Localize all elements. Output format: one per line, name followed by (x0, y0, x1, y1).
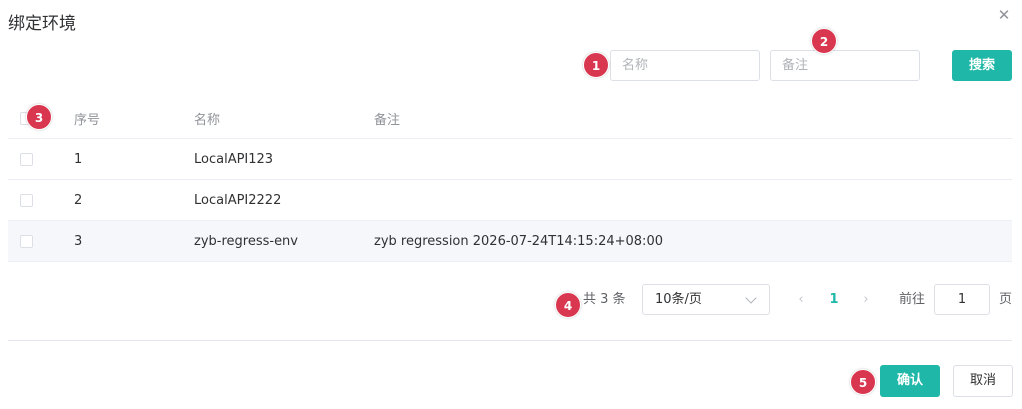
close-icon[interactable]: ✕ (996, 7, 1012, 23)
annotation-marker-2: 2 (811, 28, 837, 54)
environment-table: 序号 名称 备注 1 LocalAPI123 2 LocalAPI2222 3 … (8, 99, 1012, 262)
row-remark: zyb regression 2026-07-24T14:15:24+08:00 (374, 233, 663, 249)
table-row[interactable]: 1 LocalAPI123 (8, 139, 1012, 180)
page-size-select[interactable]: 10条/页 (642, 284, 770, 315)
row-checkbox[interactable] (20, 193, 33, 207)
row-index: 3 (74, 233, 83, 249)
remark-search-input[interactable] (770, 50, 920, 81)
annotation-marker-5: 5 (850, 369, 876, 395)
goto-label: 前往 (899, 292, 926, 307)
table-row[interactable]: 2 LocalAPI2222 (8, 180, 1012, 221)
row-index: 1 (74, 151, 83, 167)
row-checkbox[interactable] (20, 152, 33, 166)
page-number-current[interactable]: 1 (826, 284, 842, 315)
confirm-button[interactable]: 确认 (880, 365, 940, 397)
dialog-title: 绑定环境 (8, 14, 76, 34)
row-index: 2 (74, 192, 83, 208)
annotation-marker-4: 4 (555, 292, 581, 318)
row-name: zyb-regress-env (194, 233, 298, 249)
search-button[interactable]: 搜索 (952, 50, 1012, 81)
bind-environment-dialog: 绑定环境 ✕ 搜索 序号 名称 备注 1 LocalAPI123 2 Local… (0, 0, 1022, 409)
pagination: 共 3 条 10条/页 ‹ 1 › 前往 页 (0, 284, 1022, 315)
footer-divider (8, 340, 1012, 341)
chevron-right-icon[interactable]: › (858, 284, 874, 315)
annotation-marker-3: 3 (26, 104, 52, 130)
page-unit-label: 页 (999, 292, 1013, 307)
column-header-remark: 备注 (374, 113, 401, 128)
chevron-down-icon (745, 292, 757, 304)
page-size-value: 10条/页 (655, 292, 702, 307)
row-name: LocalAPI2222 (194, 192, 282, 208)
row-name: LocalAPI123 (194, 151, 274, 167)
pagination-total: 共 3 条 (583, 292, 626, 307)
cancel-button[interactable]: 取消 (953, 365, 1013, 397)
row-checkbox[interactable] (20, 234, 33, 248)
chevron-left-icon[interactable]: ‹ (793, 284, 809, 315)
column-header-index: 序号 (74, 113, 101, 128)
table-header-row: 序号 名称 备注 (8, 99, 1012, 139)
name-search-input[interactable] (610, 50, 760, 81)
column-header-name: 名称 (194, 113, 221, 128)
annotation-marker-1: 1 (583, 52, 609, 78)
table-row[interactable]: 3 zyb-regress-env zyb regression 2026-07… (8, 221, 1012, 262)
goto-page-input[interactable] (934, 284, 990, 315)
